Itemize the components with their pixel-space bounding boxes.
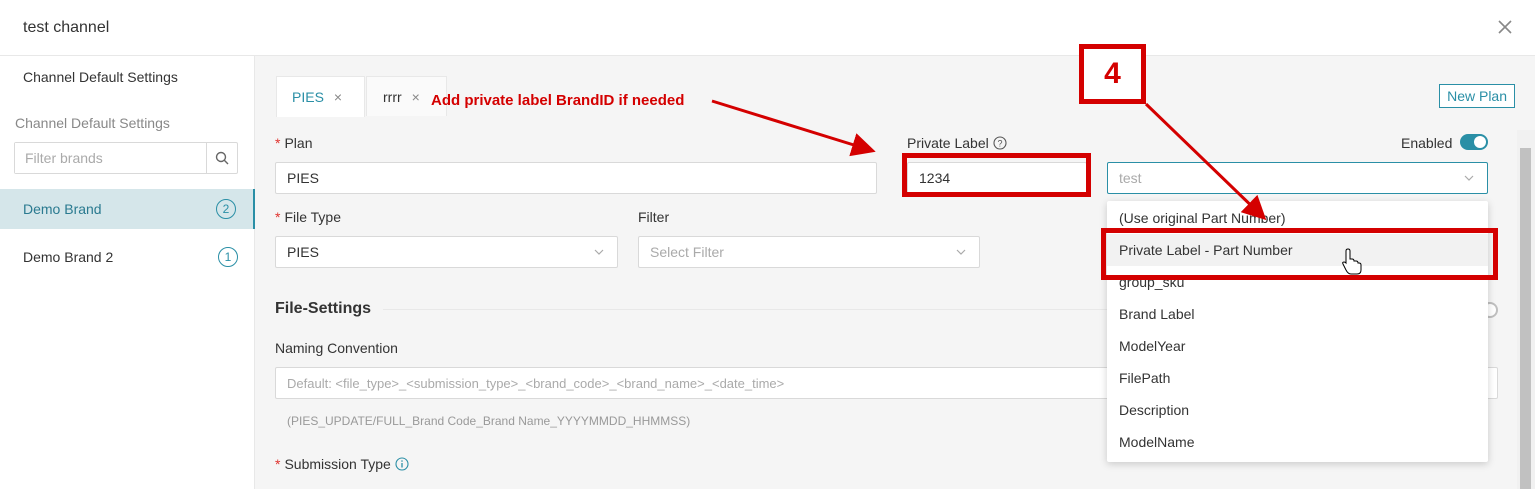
help-icon[interactable]: ? — [993, 136, 1007, 150]
search-button[interactable] — [206, 143, 237, 173]
filter-select-placeholder: Select Filter — [650, 244, 724, 260]
tab-close-icon[interactable]: × — [412, 89, 420, 105]
sidebar: Channel Default Settings Channel Default… — [0, 56, 255, 489]
brand-filter — [14, 142, 238, 174]
file-type-label: * File Type — [275, 209, 341, 225]
annotation-highlight-private-label — [902, 153, 1091, 197]
tab-label: rrrr — [383, 88, 402, 105]
private-label-label: Private Label ? — [907, 135, 1007, 151]
brand-item-label: Demo Brand 2 — [23, 249, 114, 265]
submission-type-label: * Submission Type — [275, 456, 409, 472]
filter-select[interactable]: Select Filter — [638, 236, 980, 268]
chevron-down-icon — [594, 249, 604, 255]
scrollbar[interactable] — [1517, 130, 1535, 489]
sidebar-heading[interactable]: Channel Default Settings — [23, 69, 178, 85]
annotation-callout-text: Add private label BrandID if needed — [431, 92, 685, 109]
info-icon[interactable] — [395, 457, 409, 471]
plan-input[interactable]: PIES — [275, 162, 877, 194]
filter-label: Filter — [638, 209, 670, 225]
annotation-highlight-option — [1101, 228, 1498, 280]
dropdown-option-filepath[interactable]: FilePath — [1107, 362, 1488, 394]
scrollbar-thumb[interactable] — [1520, 148, 1531, 489]
brand-item-demo-brand[interactable]: Demo Brand 2 — [0, 189, 255, 229]
search-icon — [215, 151, 229, 165]
brand-count-badge: 1 — [218, 247, 238, 267]
modal-title: test channel — [23, 19, 110, 36]
dropdown-option-modelname[interactable]: ModelName — [1107, 426, 1488, 458]
new-plan-button[interactable]: New Plan — [1439, 84, 1515, 108]
enabled-toggle[interactable] — [1460, 134, 1488, 150]
file-type-select[interactable]: PIES — [275, 236, 618, 268]
dropdown-option-description[interactable]: Description — [1107, 394, 1488, 426]
dropdown-option-brand-label[interactable]: Brand Label — [1107, 298, 1488, 330]
chevron-up-icon — [1464, 175, 1474, 181]
close-icon[interactable] — [1495, 17, 1515, 37]
part-number-select[interactable]: test — [1107, 162, 1488, 194]
file-type-value: PIES — [287, 244, 319, 260]
naming-convention-label: Naming Convention — [275, 340, 398, 356]
brand-item-demo-brand-2[interactable]: Demo Brand 2 1 — [0, 237, 255, 277]
chevron-down-icon — [956, 249, 966, 255]
tab-close-icon[interactable]: × — [334, 89, 342, 105]
naming-convention-hint: (PIES_UPDATE/FULL_Brand Code_Brand Name_… — [287, 414, 691, 428]
file-settings-title: File-Settings — [275, 300, 372, 317]
brand-item-label: Demo Brand — [23, 201, 102, 217]
modal-header: test channel — [0, 0, 1535, 56]
annotation-step-number: 4 — [1079, 44, 1146, 104]
tab-label: PIES — [292, 89, 324, 105]
brand-count-badge: 2 — [216, 199, 236, 219]
tab-pies[interactable]: PIES × — [276, 76, 365, 117]
plan-label: * Plan — [275, 135, 313, 151]
svg-text:?: ? — [997, 139, 1002, 149]
part-number-select-value: test — [1119, 170, 1142, 186]
enabled-label: Enabled — [1401, 135, 1453, 151]
sidebar-subheading: Channel Default Settings — [15, 115, 170, 131]
filter-brands-input[interactable] — [15, 143, 206, 173]
dropdown-option-modelyear[interactable]: ModelYear — [1107, 330, 1488, 362]
